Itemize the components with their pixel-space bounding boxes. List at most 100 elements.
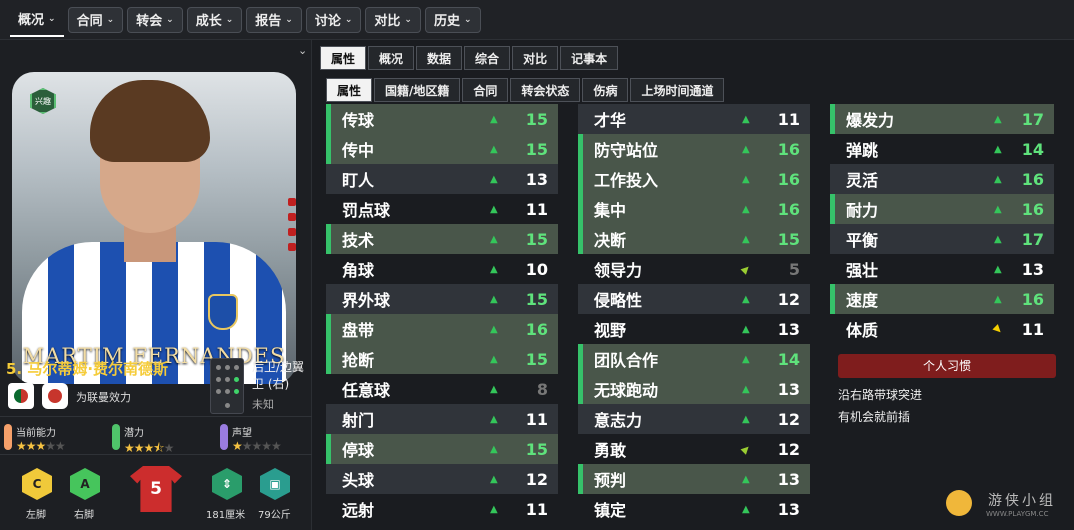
attribute-row[interactable]: 决断 ▲ 15 [578,224,810,254]
nav-7[interactable]: 历史 ⌄ [424,6,481,33]
attribute-row[interactable]: 灵活 ▲ 16 [830,164,1054,194]
trend-arrow-icon: ▲ [994,293,1002,305]
attribute-value: 12 [777,289,800,309]
attribute-name: 盯人 [342,171,375,190]
attribute-row[interactable]: 意志力 ▲ 12 [578,404,810,434]
tab-sub-3[interactable]: 转会状态 [510,78,581,102]
trend-arrow-icon: ▲ [739,262,753,276]
attribute-row[interactable]: 集中 ▲ 16 [578,194,810,224]
attribute-row[interactable]: 体质 ▲ 11 [830,314,1054,344]
club-logo-icon[interactable] [42,383,68,409]
potential[interactable]: 潜力 ★★★⯪★ [112,424,174,458]
tab-sub-1[interactable]: 国籍/地区籍 [374,78,461,102]
player-photo: 兴趣 MARTIM FERNANDES [12,72,296,384]
tab-main-2[interactable]: 数据 [416,46,463,70]
nationality-flag-icon[interactable] [8,383,34,409]
attribute-row[interactable]: 平衡 ▲ 17 [830,224,1054,254]
habits-title[interactable]: 个人习惯 [838,354,1056,378]
trend-arrow-icon: ▲ [742,353,750,365]
tab-sub-4[interactable]: 伤病 [582,78,629,102]
tab-main-5[interactable]: 记事本 [560,46,619,70]
attribute-name: 灵活 [846,171,879,190]
attribute-row[interactable]: 无球跑动 ▲ 13 [578,374,810,404]
attribute-row[interactable]: 领导力 ▲ 5 [578,254,810,284]
tab-main-0[interactable]: 属性 [320,46,367,70]
attribute-value: 11 [525,409,548,429]
reputation[interactable]: 声望 ★★★★★ [220,424,282,458]
attribute-name: 盘带 [342,321,375,340]
nav-4[interactable]: 报告 ⌄ [246,6,302,33]
attribute-name: 抢断 [342,351,375,370]
attribute-row[interactable]: 角球 ▲ 10 [326,254,558,284]
nav-3[interactable]: 成长 ⌄ [186,6,243,33]
attribute-row[interactable]: 爆发力 ▲ 17 [830,104,1054,134]
attribute-row[interactable]: 镇定 ▲ 13 [578,494,810,524]
attribute-row[interactable]: 界外球 ▲ 15 [326,284,558,314]
attribute-row[interactable]: 射门 ▲ 11 [326,404,558,434]
trend-arrow-icon: ▲ [739,442,753,456]
nav-0[interactable]: 概况 ⌄ [10,3,64,37]
tab-sub-0[interactable]: 属性 [326,78,373,102]
attribute-value: 13 [777,469,800,489]
left-foot-icon[interactable]: C [22,468,52,500]
attribute-name: 速度 [846,291,879,310]
tab-main-1[interactable]: 概况 [368,46,415,70]
trend-arrow-icon: ▲ [742,413,750,425]
attribute-row[interactable]: 工作投入 ▲ 16 [578,164,810,194]
interest-badge[interactable]: 兴趣 [30,88,56,114]
chevron-down-icon: ⌄ [344,14,353,25]
attribute-row[interactable]: 团队合作 ▲ 14 [578,344,810,374]
attribute-row[interactable]: 防守站位 ▲ 16 [578,134,810,164]
attribute-row[interactable]: 头球 ▲ 12 [326,464,558,494]
attribute-row[interactable]: 传球 ▲ 15 [326,104,558,134]
tab-sub-5[interactable]: 上场时间通道 [630,78,725,102]
attribute-row[interactable]: 盘带 ▲ 16 [326,314,558,344]
nav-label: 历史 [433,14,460,29]
mental-attributes: 才华 ▲ 11 防守站位 ▲ 16 工作投入 ▲ 16 集中 ▲ 16 决断 ▲ 15 领导力 ▲ 5 侵略性 ▲ 12… [578,104,810,524]
nav-1[interactable]: 合同 ⌄ [67,6,124,33]
attribute-row[interactable]: 弹跳 ▲ 14 [830,134,1054,164]
attribute-name: 侵略性 [594,291,643,310]
watermark-logo: 游侠小组 WWW.PLAYGM.CC [930,486,1070,526]
attribute-row[interactable]: 罚点球 ▲ 11 [326,194,558,224]
nav-label: 合同 [76,14,103,29]
reputation-stars: ★★★★★ [232,439,282,453]
weight-icon: ▣ [260,468,290,500]
attribute-value: 10 [525,259,548,279]
collapse-chevron-icon[interactable]: ⌄ [298,44,307,57]
nav-6[interactable]: 对比 ⌄ [365,6,421,33]
left-foot-label: 左脚 [26,510,46,521]
attribute-row[interactable]: 技术 ▲ 15 [326,224,558,254]
trend-arrow-icon: ▲ [742,473,750,485]
attribute-row[interactable]: 盯人 ▲ 13 [326,164,558,194]
attribute-row[interactable]: 抢断 ▲ 15 [326,344,558,374]
attribute-row[interactable]: 耐力 ▲ 16 [830,194,1054,224]
attribute-row[interactable]: 侵略性 ▲ 12 [578,284,810,314]
attribute-value: 16 [1021,199,1044,219]
trend-arrow-icon: ▲ [742,173,750,185]
right-foot-icon[interactable]: A [70,468,100,500]
nav-5[interactable]: 讨论 ⌄ [305,6,362,33]
nav-2[interactable]: 转会 ⌄ [127,6,183,33]
attribute-value: 12 [525,469,548,489]
attribute-name: 射门 [342,411,375,430]
trend-arrow-icon: ▲ [490,113,498,125]
attribute-row[interactable]: 视野 ▲ 13 [578,314,810,344]
attribute-row[interactable]: 任意球 ▲ 8 [326,374,558,404]
current-ability-stars: ★★★★★ [16,439,66,453]
tab-main-3[interactable]: 综合 [464,46,511,70]
club-text[interactable]: 为联曼效力 [76,389,131,405]
attribute-row[interactable]: 才华 ▲ 11 [578,104,810,134]
tab-main-4[interactable]: 对比 [512,46,559,70]
attribute-name: 弹跳 [846,141,879,160]
attribute-name: 任意球 [342,381,391,400]
attribute-row[interactable]: 强壮 ▲ 13 [830,254,1054,284]
attribute-row[interactable]: 停球 ▲ 15 [326,434,558,464]
attribute-row[interactable]: 传中 ▲ 15 [326,134,558,164]
attribute-row[interactable]: 远射 ▲ 11 [326,494,558,524]
current-ability[interactable]: 当前能力 ★★★★★ [4,424,66,458]
attribute-row[interactable]: 预判 ▲ 13 [578,464,810,494]
attribute-row[interactable]: 勇敢 ▲ 12 [578,434,810,464]
tab-sub-2[interactable]: 合同 [462,78,509,102]
attribute-row[interactable]: 速度 ▲ 16 [830,284,1054,314]
